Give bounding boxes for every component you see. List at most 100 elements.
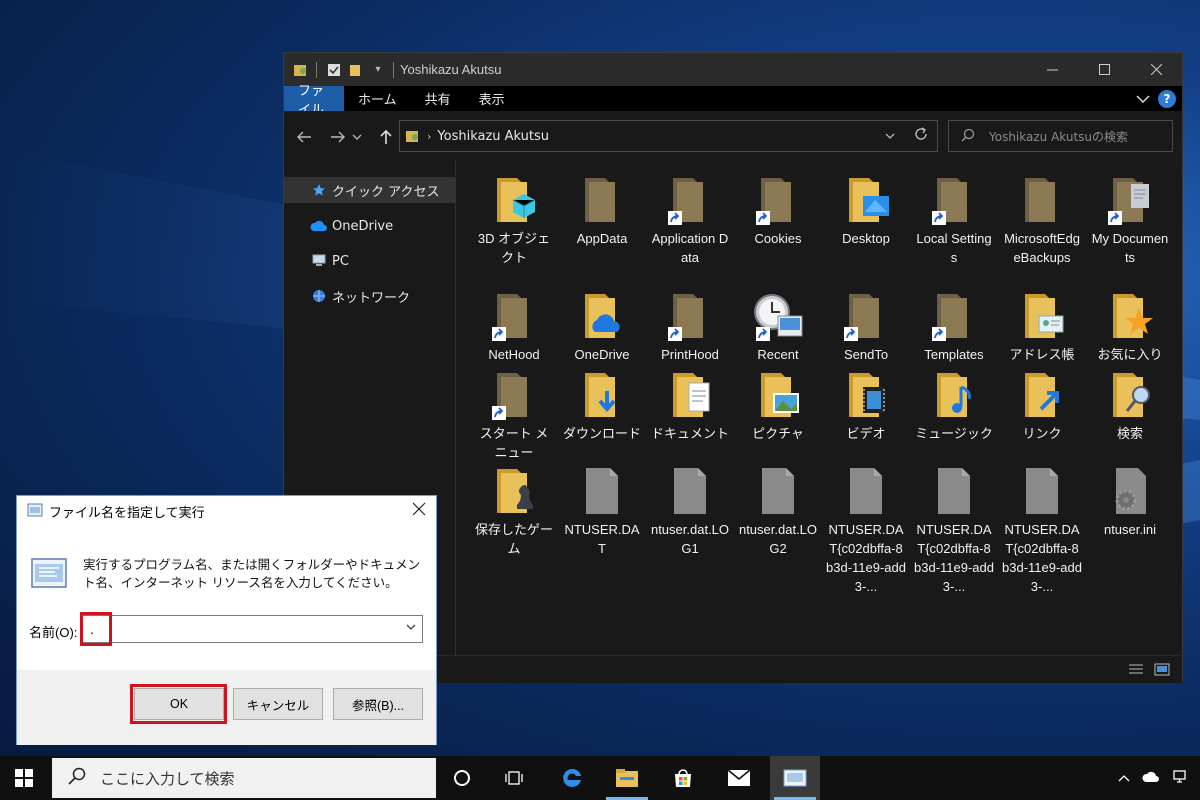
folder-video-icon (824, 366, 908, 424)
folder-item[interactable]: Cookies (736, 171, 820, 248)
new-folder-icon[interactable] (345, 59, 367, 81)
folder-item[interactable]: アドレス帳 (1000, 287, 1084, 364)
folder-item[interactable]: OneDrive (560, 287, 644, 364)
nav-item-network[interactable]: ネットワーク (284, 283, 456, 309)
address-text[interactable]: Yoshikazu Akutsu (437, 129, 549, 144)
file-label: NetHood (488, 347, 540, 362)
large-icons-view-icon[interactable] (1154, 662, 1170, 681)
folder-item[interactable]: Application Data (648, 171, 732, 267)
minimize-button[interactable] (1026, 53, 1078, 86)
explorer-titlebar[interactable]: ▾ Yoshikazu Akutsu (284, 53, 1182, 86)
folder-item[interactable]: Local Settings (912, 171, 996, 267)
nav-item-onedrive[interactable]: OneDrive (284, 213, 456, 239)
forward-arrow-icon[interactable] (326, 125, 350, 149)
file-icon (560, 462, 644, 520)
folder-item[interactable]: ダウンロード (560, 366, 644, 443)
nav-item-label: ネットワーク (332, 290, 411, 306)
close-button[interactable] (1130, 53, 1182, 86)
file-label: Templates (924, 347, 984, 362)
file-item[interactable]: ntuser.ini (1088, 462, 1172, 539)
folder-dim-icon (648, 171, 732, 229)
run-dialog-titlebar[interactable]: ファイル名を指定して実行 (27, 502, 205, 521)
cloud-icon (310, 220, 328, 232)
taskbar-search-box[interactable]: ここに入力して検索 (52, 758, 436, 798)
folder-item[interactable]: Templates (912, 287, 996, 364)
folder-item[interactable]: Recent (736, 287, 820, 364)
start-button[interactable] (0, 756, 48, 800)
file-explorer-taskbar-icon[interactable] (602, 756, 652, 800)
nav-item-label: PC (332, 253, 349, 269)
folder-item[interactable]: ピクチャ (736, 366, 820, 443)
address-row: › Yoshikazu Akutsu Yoshikazu Akutsuの検索 (284, 111, 1182, 161)
file-label: NTUSER.DAT{c02dbffa-8b3d-11e9-add3-... (1002, 522, 1082, 594)
shortcut-arrow-icon (492, 326, 506, 345)
address-dropdown-icon[interactable] (885, 129, 895, 143)
folder-dim-icon (648, 287, 732, 345)
store-icon[interactable] (658, 756, 708, 800)
file-item[interactable]: ntuser.dat.LOG2 (736, 462, 820, 558)
run-close-button[interactable] (412, 500, 426, 521)
file-icon (824, 462, 908, 520)
run-input-dropdown-icon[interactable] (406, 622, 416, 634)
file-label: MicrosoftEdgeBackups (1004, 231, 1080, 265)
file-label: 検索 (1116, 426, 1143, 441)
address-bar[interactable]: › Yoshikazu Akutsu (399, 120, 938, 152)
run-command-input[interactable]: . (81, 615, 423, 643)
show-hidden-icons-icon[interactable] (1118, 771, 1130, 785)
edge-browser-icon[interactable] (547, 756, 597, 800)
tab-view[interactable]: 表示 (465, 86, 519, 111)
folder-item[interactable]: 3D オブジェクト (472, 171, 556, 267)
folder-item[interactable]: ミュージック (912, 366, 996, 443)
task-view-button[interactable] (489, 756, 539, 800)
back-arrow-icon[interactable] (292, 125, 316, 149)
maximize-button[interactable] (1078, 53, 1130, 86)
up-arrow-icon[interactable] (374, 125, 398, 149)
tab-file[interactable]: ファイル (284, 84, 344, 118)
file-item[interactable]: ntuser.dat.LOG1 (648, 462, 732, 558)
network-tray-icon[interactable] (1172, 769, 1190, 788)
properties-icon[interactable] (323, 59, 345, 81)
run-description: 実行するプログラム名、または開くフォルダーやドキュメント名、インターネット リソ… (83, 558, 421, 590)
folder-item[interactable]: My Documents (1088, 171, 1172, 267)
mail-icon[interactable] (714, 756, 764, 800)
folder-item[interactable]: リンク (1000, 366, 1084, 443)
folder-item[interactable]: AppData (560, 171, 644, 248)
folder-item[interactable]: Desktop (824, 171, 908, 248)
file-item[interactable]: NTUSER.DAT{c02dbffa-8b3d-11e9-add3-... (912, 462, 996, 596)
nav-item-quick-access[interactable]: クイック アクセス (284, 177, 456, 203)
tab-share[interactable]: 共有 (411, 86, 465, 111)
file-item[interactable]: NTUSER.DAT{c02dbffa-8b3d-11e9-add3-... (1000, 462, 1084, 596)
folder-item[interactable]: 保存したゲーム (472, 462, 556, 558)
input-highlight-box (80, 612, 112, 646)
cancel-button[interactable]: キャンセル (233, 688, 323, 720)
onedrive-tray-icon[interactable] (1142, 771, 1160, 786)
details-view-icon[interactable] (1128, 662, 1144, 681)
expand-ribbon-icon[interactable] (1136, 89, 1150, 108)
quick-access-dropdown-icon[interactable]: ▾ (367, 59, 389, 81)
folder-item[interactable]: ビデオ (824, 366, 908, 443)
folder-item[interactable]: 検索 (1088, 366, 1172, 443)
folder-item[interactable]: PrintHood (648, 287, 732, 364)
file-item[interactable]: NTUSER.DAT{c02dbffa-8b3d-11e9-add3-... (824, 462, 908, 596)
recent-locations-icon[interactable] (350, 125, 364, 149)
refresh-icon[interactable] (913, 126, 929, 146)
folder-item[interactable]: お気に入り (1088, 287, 1172, 364)
folder-item[interactable]: ドキュメント (648, 366, 732, 443)
folder-item[interactable]: スタート メニュー (472, 366, 556, 462)
computer-icon (310, 254, 328, 268)
breadcrumb-chevron-icon[interactable]: › (427, 130, 431, 143)
run-dialog-footer: OK キャンセル 参照(B)... (17, 670, 436, 745)
cortana-button[interactable] (437, 756, 487, 800)
folder-item[interactable]: SendTo (824, 287, 908, 364)
file-item[interactable]: NTUSER.DAT (560, 462, 644, 558)
run-taskbar-icon[interactable] (770, 756, 820, 800)
nav-item-pc[interactable]: PC (284, 248, 456, 274)
search-input[interactable]: Yoshikazu Akutsuの検索 (948, 120, 1173, 152)
folder-dim-icon (912, 287, 996, 345)
folder-item[interactable]: MicrosoftEdgeBackups (1000, 171, 1084, 267)
folder-dim-icon (560, 171, 644, 229)
help-button[interactable]: ? (1158, 89, 1176, 108)
browse-button[interactable]: 参照(B)... (333, 688, 423, 720)
folder-item[interactable]: NetHood (472, 287, 556, 364)
tab-home[interactable]: ホーム (344, 86, 411, 111)
